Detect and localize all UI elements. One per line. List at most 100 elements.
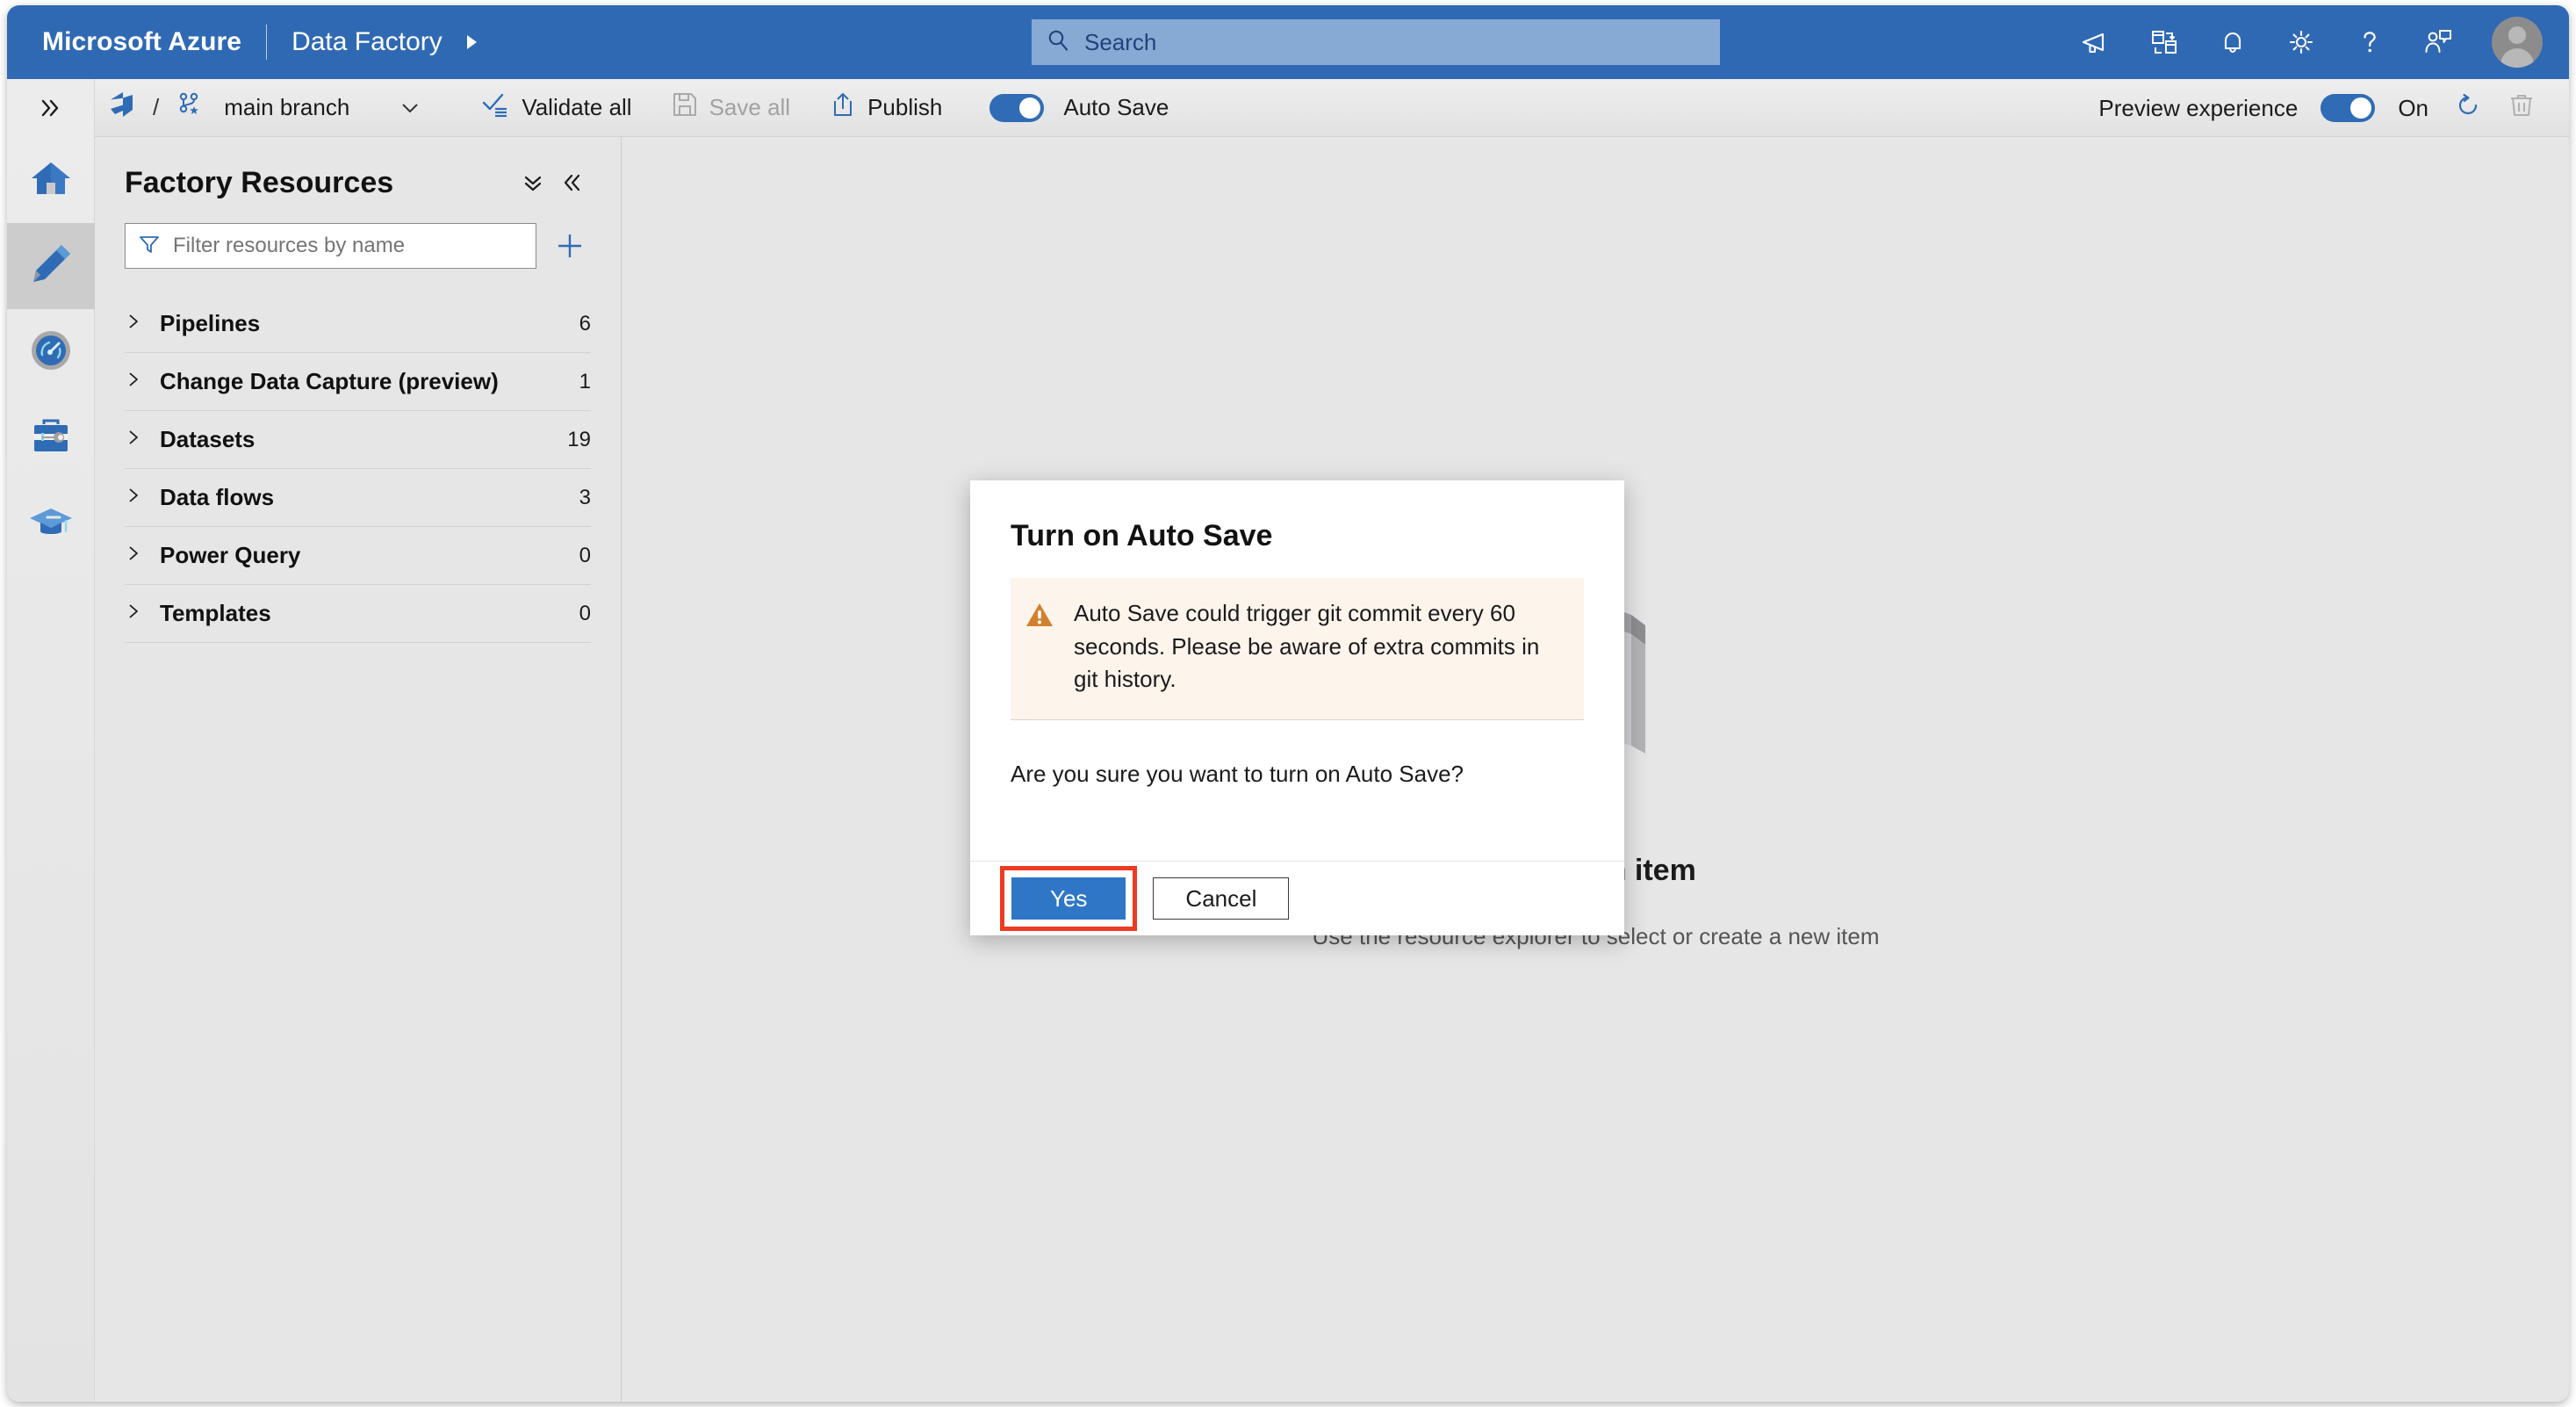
breadcrumb-separator: /	[153, 94, 160, 120]
play-caret-icon[interactable]	[462, 32, 481, 52]
chevron-double-left-icon[interactable]	[552, 163, 591, 202]
tree-item-templates[interactable]: Templates 0	[125, 585, 591, 643]
add-new-resource-button[interactable]	[549, 225, 591, 267]
resource-tree: Pipelines 6 Change Data Capture (preview…	[125, 295, 591, 643]
expand-triangle-icon[interactable]	[125, 371, 142, 393]
warning-triangle-icon	[1025, 597, 1054, 696]
publish-upload-icon	[829, 90, 857, 125]
factory-resources-panel: Factory Resources Filter resources by na…	[95, 137, 622, 1402]
git-branch-icon	[175, 90, 205, 126]
rail-item-learning-center[interactable]	[7, 481, 95, 567]
tree-item-datasets[interactable]: Datasets 19	[125, 411, 591, 469]
tree-item-label: Templates	[160, 600, 271, 626]
validate-check-icon	[481, 90, 511, 125]
tree-item-label: Power Query	[160, 542, 301, 568]
tree-item-label: Datasets	[160, 426, 255, 452]
dialog-footer: Yes Cancel	[970, 861, 1624, 935]
tree-item-label: Pipelines	[160, 310, 261, 336]
publish-label: Publish	[867, 94, 943, 120]
dialog-question: Are you sure you want to turn on Auto Sa…	[1011, 761, 1464, 788]
chevron-double-right-icon[interactable]	[7, 79, 94, 137]
page-title: Factory Resources	[125, 165, 394, 199]
rail-item-manage[interactable]	[7, 395, 95, 481]
dialog-warning-text: Auto Save could trigger git commit every…	[1074, 600, 1540, 693]
discard-all-button[interactable]	[2495, 79, 2548, 137]
search-placeholder: Search	[1084, 28, 1157, 55]
help-question-icon[interactable]	[2335, 5, 2404, 79]
command-bar-right-group: Preview experience On	[2086, 79, 2548, 137]
toolbox-icon	[26, 412, 76, 465]
preview-experience-toggle[interactable]	[2321, 94, 2376, 122]
discard-trash-icon	[2508, 91, 2536, 126]
auto-save-toggle-group[interactable]: Auto Save	[977, 79, 1181, 137]
expand-triangle-icon[interactable]	[125, 313, 142, 335]
notifications-bell-icon[interactable]	[2198, 5, 2267, 79]
preview-experience-label: Preview experience	[2098, 94, 2299, 121]
feedback-icon[interactable]	[2404, 5, 2472, 79]
tree-item-count: 3	[579, 485, 591, 509]
validate-all-button[interactable]: Validate all	[469, 79, 644, 137]
chevron-down-icon[interactable]	[399, 97, 421, 119]
expand-triangle-icon[interactable]	[125, 545, 142, 566]
confirm-yes-button[interactable]: Yes	[1011, 877, 1126, 920]
filter-resources-input[interactable]: Filter resources by name	[125, 223, 536, 269]
git-repo-button[interactable]: / main branch	[95, 79, 434, 137]
top-bar-icon-group	[2062, 5, 2543, 79]
tree-item-count: 19	[567, 427, 591, 451]
rail-item-author[interactable]	[7, 223, 95, 309]
pencil-icon	[26, 240, 76, 293]
app-window: Microsoft Azure Data Factory Search / ma…	[7, 5, 2569, 1402]
dialog-body: Turn on Auto Save Auto Save could trigge…	[970, 480, 1624, 788]
rail-item-home[interactable]	[7, 137, 95, 223]
tree-item-data-flows[interactable]: Data flows 3	[125, 469, 591, 527]
search-icon	[1046, 28, 1070, 57]
left-nav-rail	[7, 79, 95, 1402]
auto-save-toggle[interactable]	[989, 93, 1045, 122]
refresh-button[interactable]	[2441, 79, 2495, 137]
auto-save-label: Auto Save	[1063, 94, 1169, 120]
azure-top-bar: Microsoft Azure Data Factory Search	[7, 5, 2569, 79]
azure-brand[interactable]: Microsoft Azure	[42, 27, 241, 57]
tree-item-power-query[interactable]: Power Query 0	[125, 527, 591, 585]
breadcrumb-service-name[interactable]: Data Factory	[291, 27, 443, 57]
graduation-cap-icon	[26, 498, 76, 552]
tree-item-count: 1	[579, 369, 591, 393]
tree-item-change-data-capture[interactable]: Change Data Capture (preview) 1	[125, 353, 591, 411]
factory-resources-header: Factory Resources	[95, 137, 621, 202]
cancel-button[interactable]: Cancel	[1153, 877, 1290, 920]
tree-item-count: 6	[579, 311, 591, 336]
expand-triangle-icon[interactable]	[125, 429, 142, 451]
filter-placeholder: Filter resources by name	[173, 234, 406, 257]
branch-name-label: main branch	[224, 94, 350, 120]
tree-item-count: 0	[579, 601, 591, 625]
chevron-double-down-icon[interactable]	[514, 163, 552, 202]
expand-triangle-icon[interactable]	[125, 602, 142, 624]
tree-item-count: 0	[579, 543, 591, 567]
save-all-button[interactable]: Save all	[658, 79, 803, 137]
tree-item-label: Change Data Capture (preview)	[160, 368, 499, 394]
tree-item-pipelines[interactable]: Pipelines 6	[125, 295, 591, 353]
turn-on-auto-save-dialog: Turn on Auto Save Auto Save could trigge…	[970, 480, 1624, 935]
global-search-box[interactable]: Search	[1032, 19, 1720, 65]
command-bar: / main branch Validate all Save all Publ…	[7, 79, 2569, 137]
directories-subscriptions-icon[interactable]	[2130, 5, 2198, 79]
tree-item-label: Data flows	[160, 484, 275, 510]
azure-devops-icon	[107, 90, 137, 126]
dialog-warning-banner: Auto Save could trigger git commit every…	[1011, 578, 1584, 721]
yes-button-highlight: Yes	[1000, 866, 1138, 931]
expand-triangle-icon[interactable]	[125, 487, 142, 509]
rail-item-monitor[interactable]	[7, 309, 95, 395]
announcements-icon[interactable]	[2062, 5, 2130, 79]
refresh-icon	[2453, 90, 2483, 126]
dialog-title: Turn on Auto Save	[1011, 519, 1273, 552]
funnel-icon	[138, 233, 161, 260]
save-floppy-icon	[671, 90, 699, 125]
settings-gear-icon[interactable]	[2267, 5, 2335, 79]
validate-all-label: Validate all	[522, 94, 632, 120]
user-avatar[interactable]	[2492, 17, 2543, 68]
preview-experience-state: On	[2398, 94, 2428, 121]
publish-button[interactable]: Publish	[817, 79, 954, 137]
preview-experience-group[interactable]: Preview experience On	[2086, 79, 2441, 137]
gauge-icon	[26, 326, 76, 379]
filter-row: Filter resources by name	[95, 202, 621, 269]
